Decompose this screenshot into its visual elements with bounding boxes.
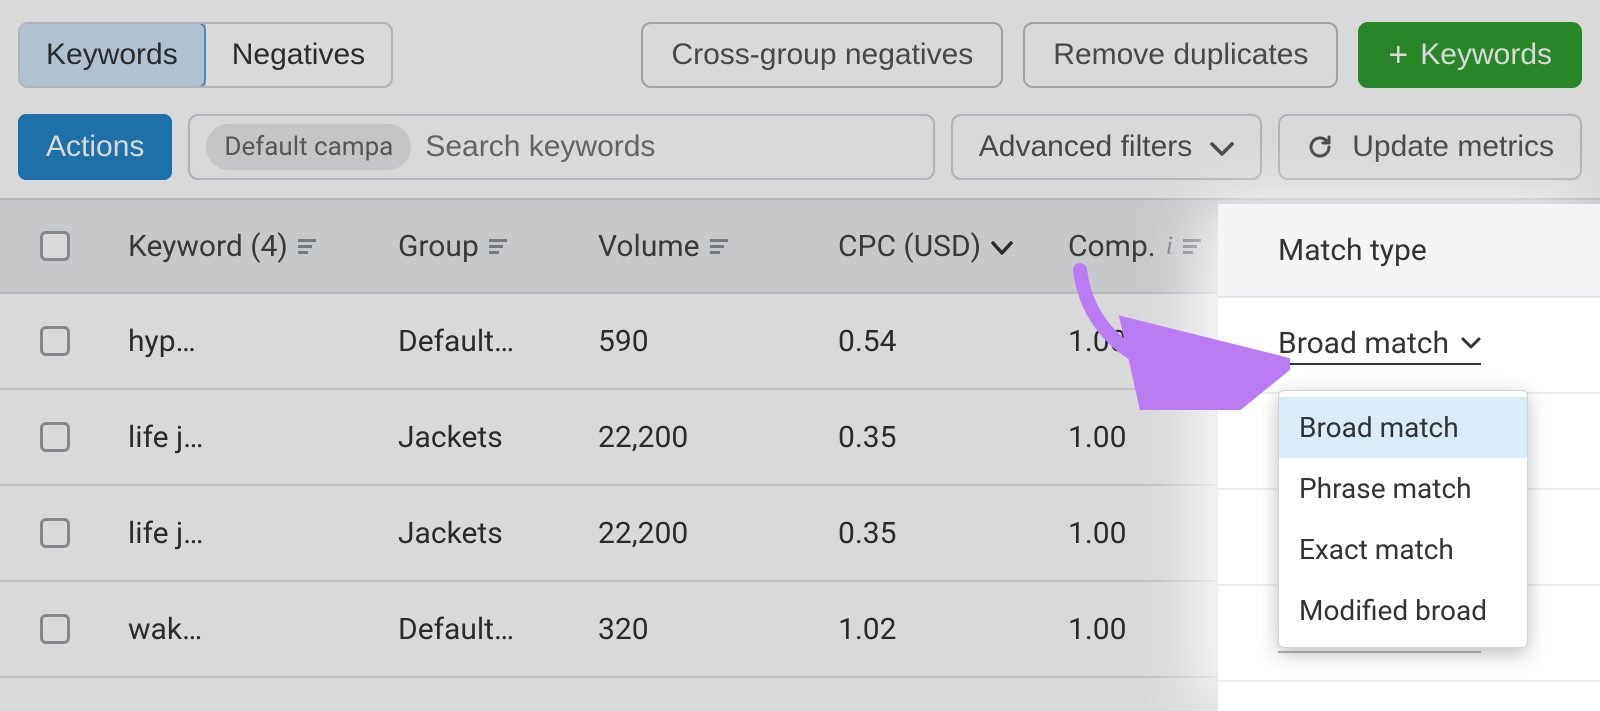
row-checkbox[interactable] — [40, 326, 70, 356]
match-option-broad[interactable]: Broad match — [1279, 397, 1527, 458]
cell-cpc: 1.02 — [820, 612, 1050, 647]
remove-duplicates-button[interactable]: Remove duplicates — [1023, 22, 1338, 88]
chevron-down-icon — [1210, 141, 1234, 157]
tab-negatives[interactable]: Negatives — [204, 24, 391, 86]
col-volume-label: Volume — [598, 229, 700, 264]
sort-icon — [710, 239, 728, 254]
sort-icon — [1183, 239, 1201, 254]
match-option-phrase[interactable]: Phrase match — [1279, 458, 1527, 519]
update-metrics-button[interactable]: Update metrics — [1278, 114, 1582, 180]
search-keywords-wrap[interactable]: Default campa — [188, 114, 934, 180]
cell-cpc: 0.54 — [820, 324, 1050, 359]
match-option-modified[interactable]: Modified broad — [1279, 580, 1527, 641]
plus-icon: + — [1388, 38, 1408, 72]
col-comp-label: Comp. — [1068, 229, 1156, 264]
update-metrics-label: Update metrics — [1352, 130, 1554, 164]
col-keyword[interactable]: Keyword (4) — [110, 229, 380, 264]
cell-group: Default… — [380, 612, 580, 647]
col-group-label: Group — [398, 229, 479, 264]
match-type-dropdown[interactable]: Broad match Phrase match Exact match Mod… — [1278, 390, 1528, 648]
cell-group: Jackets — [380, 516, 580, 551]
search-input[interactable] — [425, 130, 916, 164]
cell-group: Default… — [380, 324, 580, 359]
filter-chip-campaign[interactable]: Default campa — [206, 124, 411, 170]
cell-keyword: life j… — [110, 516, 380, 551]
row-checkbox[interactable] — [40, 518, 70, 548]
col-cpc[interactable]: CPC (USD) — [820, 229, 1050, 264]
match-type-select[interactable]: Broad match — [1278, 326, 1481, 365]
select-all-checkbox[interactable] — [40, 231, 70, 261]
cell-group: Jackets — [380, 420, 580, 455]
col-keyword-label: Keyword (4) — [128, 229, 288, 264]
cell-volume: 320 — [580, 612, 820, 647]
add-keywords-button[interactable]: + Keywords — [1358, 22, 1582, 88]
actions-button[interactable]: Actions — [18, 114, 172, 180]
col-group[interactable]: Group — [380, 229, 580, 264]
add-keywords-label: Keywords — [1420, 38, 1552, 72]
chevron-down-icon — [991, 241, 1013, 255]
cell-cpc: 0.35 — [820, 420, 1050, 455]
match-option-exact[interactable]: Exact match — [1279, 519, 1527, 580]
sort-icon — [298, 239, 316, 254]
cell-keyword: life j… — [110, 420, 380, 455]
refresh-icon — [1306, 133, 1334, 161]
cell-keyword: hyp… — [110, 324, 380, 359]
cell-volume: 590 — [580, 324, 820, 359]
cell-keyword: wak… — [110, 612, 380, 647]
col-volume[interactable]: Volume — [580, 229, 820, 264]
advanced-filters-label: Advanced filters — [979, 130, 1192, 164]
cell-cpc: 0.35 — [820, 516, 1050, 551]
tab-keywords[interactable]: Keywords — [18, 22, 206, 88]
cell-volume: 22,200 — [580, 516, 820, 551]
advanced-filters-button[interactable]: Advanced filters — [951, 114, 1262, 180]
cell-volume: 22,200 — [580, 420, 820, 455]
row-checkbox[interactable] — [40, 614, 70, 644]
sort-icon — [489, 239, 507, 254]
chevron-down-icon — [1461, 336, 1481, 350]
col-match-type-highlight: Match type — [1218, 204, 1600, 298]
view-tabs: Keywords Negatives — [18, 22, 393, 88]
col-checkbox — [0, 231, 110, 261]
cross-group-negatives-button[interactable]: Cross-group negatives — [641, 22, 1003, 88]
info-icon: i — [1166, 231, 1173, 261]
match-type-value: Broad match — [1278, 326, 1449, 361]
row-checkbox[interactable] — [40, 422, 70, 452]
col-cpc-label: CPC (USD) — [838, 229, 981, 264]
